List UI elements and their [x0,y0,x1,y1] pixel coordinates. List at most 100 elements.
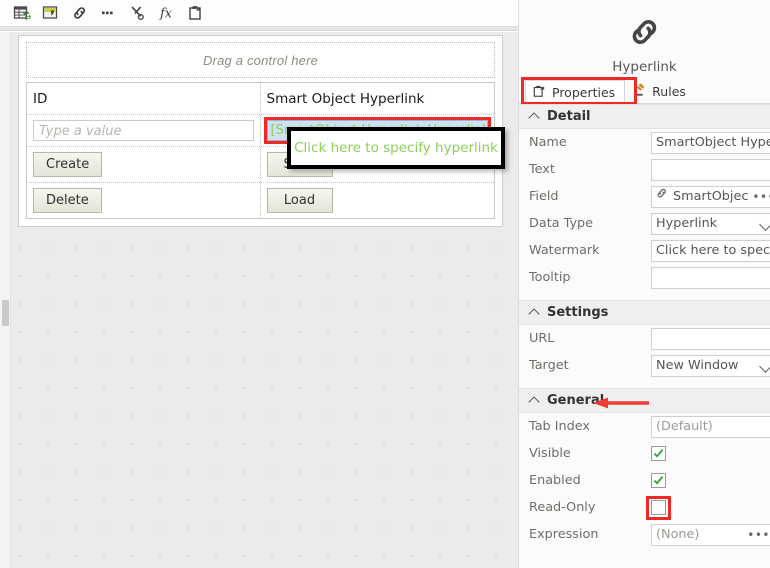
table-row: ID Smart Object Hyperlink [27,82,494,114]
property-value-enabled [651,473,770,488]
section-header-general[interactable]: General [519,388,770,413]
text-input[interactable] [651,158,770,181]
callout-text: Click here to specify hyperlink [294,140,498,156]
scrollbar-thumb[interactable] [2,300,9,326]
designer-pane: ⇄ fx Drag a control here ID Smart Object… [0,0,518,568]
watermark-input[interactable]: Click here to specify [651,239,770,262]
property-label-data-type: Data Type [529,216,594,231]
gavel-icon [633,82,647,100]
property-value-tab-index: (Default) [651,415,770,438]
properties-icon [533,84,547,101]
url-input[interactable] [651,327,770,350]
check-icon [653,449,664,458]
property-value-expression: (None) ••• [651,523,770,546]
svg-text:⇄: ⇄ [25,13,32,22]
hyperlink-watermark-callout: Click here to specify hyperlink [287,127,505,169]
svg-text:fx: fx [159,7,173,22]
property-row-expression: Expression (None) ••• [519,521,770,548]
load-button[interactable]: Load [266,188,333,213]
id-input[interactable]: Type a value [33,120,254,141]
paste-icon[interactable] [182,1,210,25]
property-row-watermark: Watermark Click here to specify [519,237,770,264]
tab-properties[interactable]: Properties [525,80,626,104]
enabled-checkbox[interactable] [651,473,666,488]
property-value-url [651,327,770,350]
tooltip-input[interactable] [651,266,770,289]
property-value-target: New Window [651,354,770,377]
property-value-text [651,158,770,181]
drop-zone[interactable]: Drag a control here [26,42,495,78]
property-label-tab-index: Tab Index [529,419,590,434]
property-value-watermark: Click here to specify [651,239,770,262]
tab-rules[interactable]: Rules [625,79,696,103]
hyperlink-chain-icon [625,12,665,57]
chevron-up-icon [529,397,540,404]
property-row-url: URL [519,325,770,352]
check-icon [653,476,664,485]
cell-load-button: Load [261,183,495,218]
expression-value: (None) [656,526,700,542]
name-input[interactable]: SmartObject Hyperl [651,131,770,154]
property-value-field: SmartObjec ••• [651,185,770,208]
id-label: ID [33,90,48,107]
create-button[interactable]: Create [33,152,103,177]
field-picker-value: SmartObjec [673,188,749,204]
property-label-read-only: Read-Only [529,500,596,515]
application-window: ⇄ fx Drag a control here ID Smart Object… [0,0,770,568]
target-select[interactable]: New Window [651,354,770,377]
drop-zone-label: Drag a control here [202,52,319,68]
property-value-name: SmartObject Hyperl [651,131,770,154]
toolbar-divider [0,26,518,31]
visible-checkbox[interactable] [651,446,666,461]
property-row-target: Target New Window [519,352,770,379]
table-row: Delete Load [27,182,494,218]
property-label-field: Field [529,189,559,204]
section-header-settings[interactable]: Settings [519,300,770,325]
function-icon[interactable]: fx [153,1,181,25]
theme-paint-icon[interactable] [37,1,65,25]
expression-ellipsis-button[interactable]: ••• [747,525,770,545]
section-title-settings: Settings [547,305,609,320]
cut-rule-icon[interactable] [124,1,152,25]
property-label-text: Text [529,162,555,177]
section-header-detail[interactable]: Detail [519,104,770,129]
chevron-down-icon [760,220,770,228]
chevron-up-icon [529,309,540,316]
section-title-detail: Detail [547,109,591,124]
property-label-enabled: Enabled [529,473,581,488]
read-only-checkbox[interactable] [651,500,666,515]
tab-index-input[interactable]: (Default) [651,415,770,438]
more-icon[interactable] [95,1,123,25]
properties-panel: Hyperlink Properties Rules Detail Name S… [518,0,770,568]
designer-toolbar: ⇄ fx [0,0,518,26]
properties-header-title: Hyperlink [612,58,677,75]
property-row-data-type: Data Type Hyperlink [519,210,770,237]
property-label-watermark: Watermark [529,243,600,258]
chevron-up-icon [529,113,540,120]
chevron-down-icon [760,362,770,370]
properties-tabstrip: Properties Rules [519,77,770,105]
field-ellipsis-button[interactable]: ••• [752,187,770,207]
property-label-tooltip: Tooltip [529,270,571,285]
properties-header: Hyperlink [519,0,770,78]
property-label-visible: Visible [529,446,571,461]
property-row-tab-index: Tab Index (Default) [519,413,770,440]
property-value-visible [651,446,770,461]
cell-hyperlink-label: Smart Object Hyperlink [261,83,495,114]
data-type-select[interactable]: Hyperlink [651,212,770,235]
property-value-read-only [646,496,770,520]
property-label-expression: Expression [529,527,599,542]
delete-button[interactable]: Delete [33,188,102,213]
view-properties-icon[interactable]: ⇄ [8,1,36,25]
property-row-read-only: Read-Only [519,494,770,521]
property-value-tooltip [651,266,770,289]
field-picker[interactable]: SmartObjec ••• [651,185,770,208]
property-row-name: Name SmartObject Hyperl [519,129,770,156]
section-title-general: General [547,393,605,408]
left-vertical-scrollbar[interactable] [0,32,11,568]
link-icon[interactable] [66,1,94,25]
expression-picker[interactable]: (None) ••• [651,523,770,546]
tab-properties-label: Properties [552,84,616,100]
property-row-visible: Visible [519,440,770,467]
property-label-name: Name [529,135,567,150]
